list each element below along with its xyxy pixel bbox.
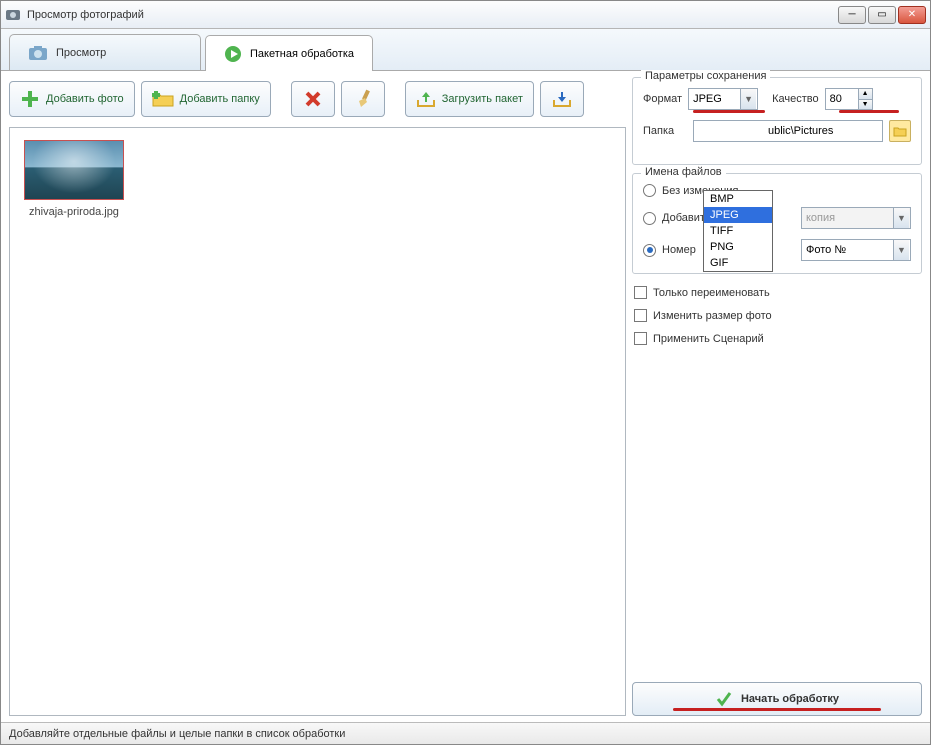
folder-input[interactable]: ublic\Pictures bbox=[693, 120, 883, 142]
tab-batch-label: Пакетная обработка bbox=[250, 48, 354, 60]
titlebar: Просмотр фотографий ─ ▭ ✕ bbox=[1, 1, 930, 29]
spin-down[interactable]: ▼ bbox=[858, 99, 872, 110]
play-icon bbox=[224, 45, 242, 63]
chevron-down-icon: ▼ bbox=[740, 89, 756, 109]
check-icon bbox=[715, 690, 733, 708]
check-resize[interactable] bbox=[634, 309, 647, 322]
check-scenario-label: Применить Сценарий bbox=[653, 333, 764, 345]
folder-value: ublic\Pictures bbox=[768, 125, 833, 137]
spin-up[interactable]: ▲ bbox=[858, 89, 872, 99]
radio-number[interactable] bbox=[643, 244, 656, 257]
save-params-legend: Параметры сохранения bbox=[641, 70, 770, 82]
folder-plus-icon bbox=[152, 90, 174, 108]
app-icon bbox=[5, 7, 21, 23]
quality-label: Качество bbox=[772, 93, 819, 105]
load-batch-button[interactable]: Загрузить пакет bbox=[405, 81, 534, 117]
chevron-down-icon: ▼ bbox=[893, 208, 909, 228]
number-template-combo[interactable]: Фото № ▼ bbox=[801, 239, 911, 261]
tab-batch[interactable]: Пакетная обработка bbox=[205, 35, 373, 71]
thumbnail-caption: zhivaja-priroda.jpg bbox=[29, 206, 119, 218]
tab-view-label: Просмотр bbox=[56, 47, 106, 59]
thumbnail-image bbox=[24, 140, 124, 200]
radio-add[interactable] bbox=[643, 212, 656, 225]
minimize-button[interactable]: ─ bbox=[838, 6, 866, 24]
window-title: Просмотр фотографий bbox=[27, 9, 838, 21]
add-folder-label: Добавить папку bbox=[180, 93, 260, 105]
upload-icon bbox=[416, 90, 436, 108]
format-option-tiff[interactable]: TIFF bbox=[704, 223, 772, 239]
tab-view[interactable]: Просмотр bbox=[9, 34, 201, 70]
add-suffix-value: копия bbox=[806, 212, 835, 224]
add-suffix-combo[interactable]: копия ▼ bbox=[801, 207, 911, 229]
filenames-legend: Имена файлов bbox=[641, 166, 726, 178]
number-template-value: Фото № bbox=[806, 244, 846, 256]
radio-nochange[interactable] bbox=[643, 184, 656, 197]
format-option-bmp[interactable]: BMP bbox=[704, 191, 772, 207]
save-params-group: Параметры сохранения Формат JPEG ▼ Качес… bbox=[632, 77, 922, 165]
check-rename-only[interactable] bbox=[634, 286, 647, 299]
save-batch-button[interactable] bbox=[540, 81, 584, 117]
format-option-png[interactable]: PNG bbox=[704, 239, 772, 255]
plus-icon bbox=[20, 89, 40, 109]
close-button[interactable]: ✕ bbox=[898, 6, 926, 24]
camera-icon bbox=[28, 45, 48, 61]
quality-spinner[interactable]: 80 ▲ ▼ bbox=[825, 88, 873, 110]
status-text: Добавляйте отдельные файлы и целые папки… bbox=[9, 728, 345, 740]
delete-button[interactable] bbox=[291, 81, 335, 117]
radio-number-label: Номер bbox=[662, 244, 696, 256]
brush-icon bbox=[353, 89, 373, 109]
add-folder-button[interactable]: Добавить папку bbox=[141, 81, 271, 117]
filenames-group: Имена файлов Без изменения Добавить копи… bbox=[632, 173, 922, 274]
check-scenario[interactable] bbox=[634, 332, 647, 345]
format-combo[interactable]: JPEG ▼ bbox=[688, 88, 758, 110]
add-photo-button[interactable]: Добавить фото bbox=[9, 81, 135, 117]
list-item[interactable]: zhivaja-priroda.jpg bbox=[22, 140, 126, 218]
maximize-button[interactable]: ▭ bbox=[868, 6, 896, 24]
file-list[interactable]: zhivaja-priroda.jpg bbox=[9, 127, 626, 716]
format-label: Формат bbox=[643, 93, 682, 105]
format-option-jpeg[interactable]: JPEG bbox=[704, 207, 772, 223]
load-batch-label: Загрузить пакет bbox=[442, 93, 523, 105]
add-photo-label: Добавить фото bbox=[46, 93, 124, 105]
delete-icon bbox=[303, 89, 323, 109]
annotation-underline bbox=[839, 110, 899, 113]
clear-button[interactable] bbox=[341, 81, 385, 117]
folder-icon bbox=[893, 125, 907, 137]
quality-value: 80 bbox=[830, 93, 842, 105]
toolbar: Добавить фото Добавить папку Загрузить п… bbox=[9, 77, 626, 121]
format-dropdown[interactable]: BMP JPEG TIFF PNG GIF bbox=[703, 190, 773, 272]
tabs-bar: Просмотр Пакетная обработка bbox=[1, 29, 930, 71]
start-processing-button[interactable]: Начать обработку bbox=[632, 682, 922, 716]
start-processing-label: Начать обработку bbox=[741, 693, 839, 705]
format-option-gif[interactable]: GIF bbox=[704, 255, 772, 271]
folder-label: Папка bbox=[643, 125, 687, 137]
format-value: JPEG bbox=[693, 93, 722, 105]
browse-folder-button[interactable] bbox=[889, 120, 911, 142]
check-rename-only-label: Только переименовать bbox=[653, 287, 770, 299]
annotation-underline bbox=[693, 110, 765, 113]
status-bar: Добавляйте отдельные файлы и целые папки… bbox=[1, 722, 930, 744]
download-icon bbox=[552, 90, 572, 108]
chevron-down-icon: ▼ bbox=[893, 240, 909, 260]
annotation-underline bbox=[673, 708, 881, 711]
check-resize-label: Изменить размер фото bbox=[653, 310, 772, 322]
